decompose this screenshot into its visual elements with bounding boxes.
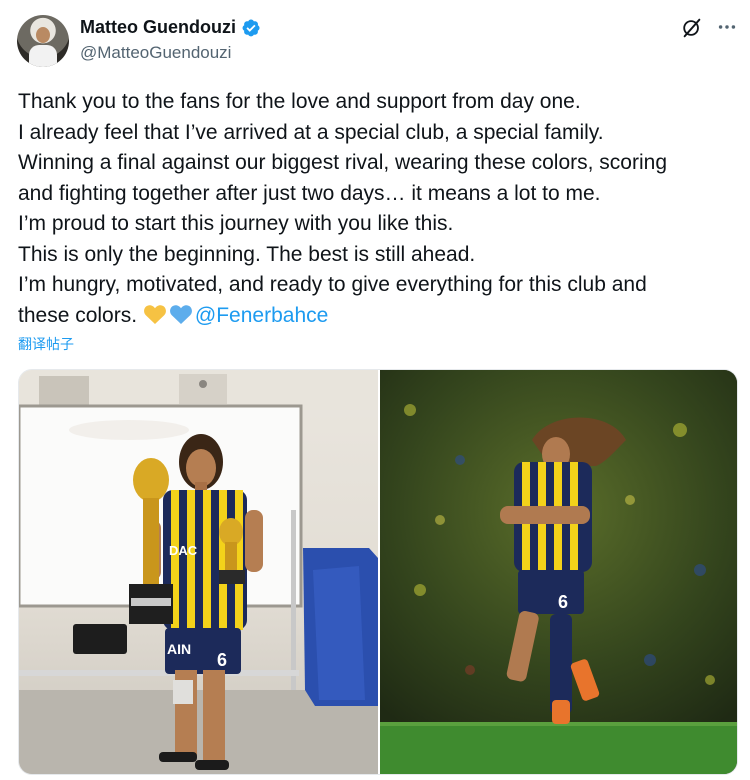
tweet-line: Thank you to the fans for the love and s… [18, 90, 581, 113]
trophy-photo-illustration: DAC AIN 6 [19, 370, 378, 774]
match-photo-illustration: 6 [380, 370, 737, 774]
author-row: Matteo Guendouzi [80, 17, 261, 38]
avatar[interactable] [17, 15, 69, 67]
tweet-last-line: these colors. @Fenerbahce [18, 301, 733, 332]
tweet-line: I’m proud to start this journey with you… [18, 212, 454, 235]
author-handle[interactable]: @MatteoGuendouzi [80, 43, 231, 63]
tweet-line: I’m hungry, motivated, and ready to give… [18, 273, 647, 296]
avatar-face [36, 27, 50, 43]
tweet-line: Winning a final against our biggest riva… [18, 151, 668, 174]
tweet-line: I already feel that I’ve arrived at a sp… [18, 120, 604, 144]
tweet-line-text: these colors. [18, 303, 138, 327]
verified-badge-icon [242, 19, 260, 36]
shorts-text: AIN [167, 641, 191, 657]
photo-match[interactable]: 6 [380, 370, 737, 774]
author-name[interactable]: Matteo Guendouzi [80, 17, 236, 38]
tweet-line: and fighting together after just two day… [18, 181, 601, 205]
jersey-text: DAC [169, 543, 198, 558]
yellow-heart-icon [143, 304, 166, 324]
mention-link[interactable]: @Fenerbahce [195, 304, 328, 327]
translate-post-link[interactable]: 翻译帖子 [18, 334, 74, 354]
blue-heart-icon [169, 304, 192, 324]
tweet-text: Thank you to the fans for the love and s… [18, 87, 733, 331]
more-icon[interactable] [716, 16, 738, 38]
grok-icon[interactable] [681, 17, 703, 39]
shorts-number-right: 6 [558, 592, 568, 612]
avatar-body [29, 45, 57, 67]
tweet-line: This is only the beginning. The best is … [18, 242, 476, 266]
photo-trophy[interactable]: DAC AIN 6 [19, 370, 378, 774]
media-grid: DAC AIN 6 6 [18, 369, 738, 775]
shorts-number: 6 [217, 650, 227, 670]
